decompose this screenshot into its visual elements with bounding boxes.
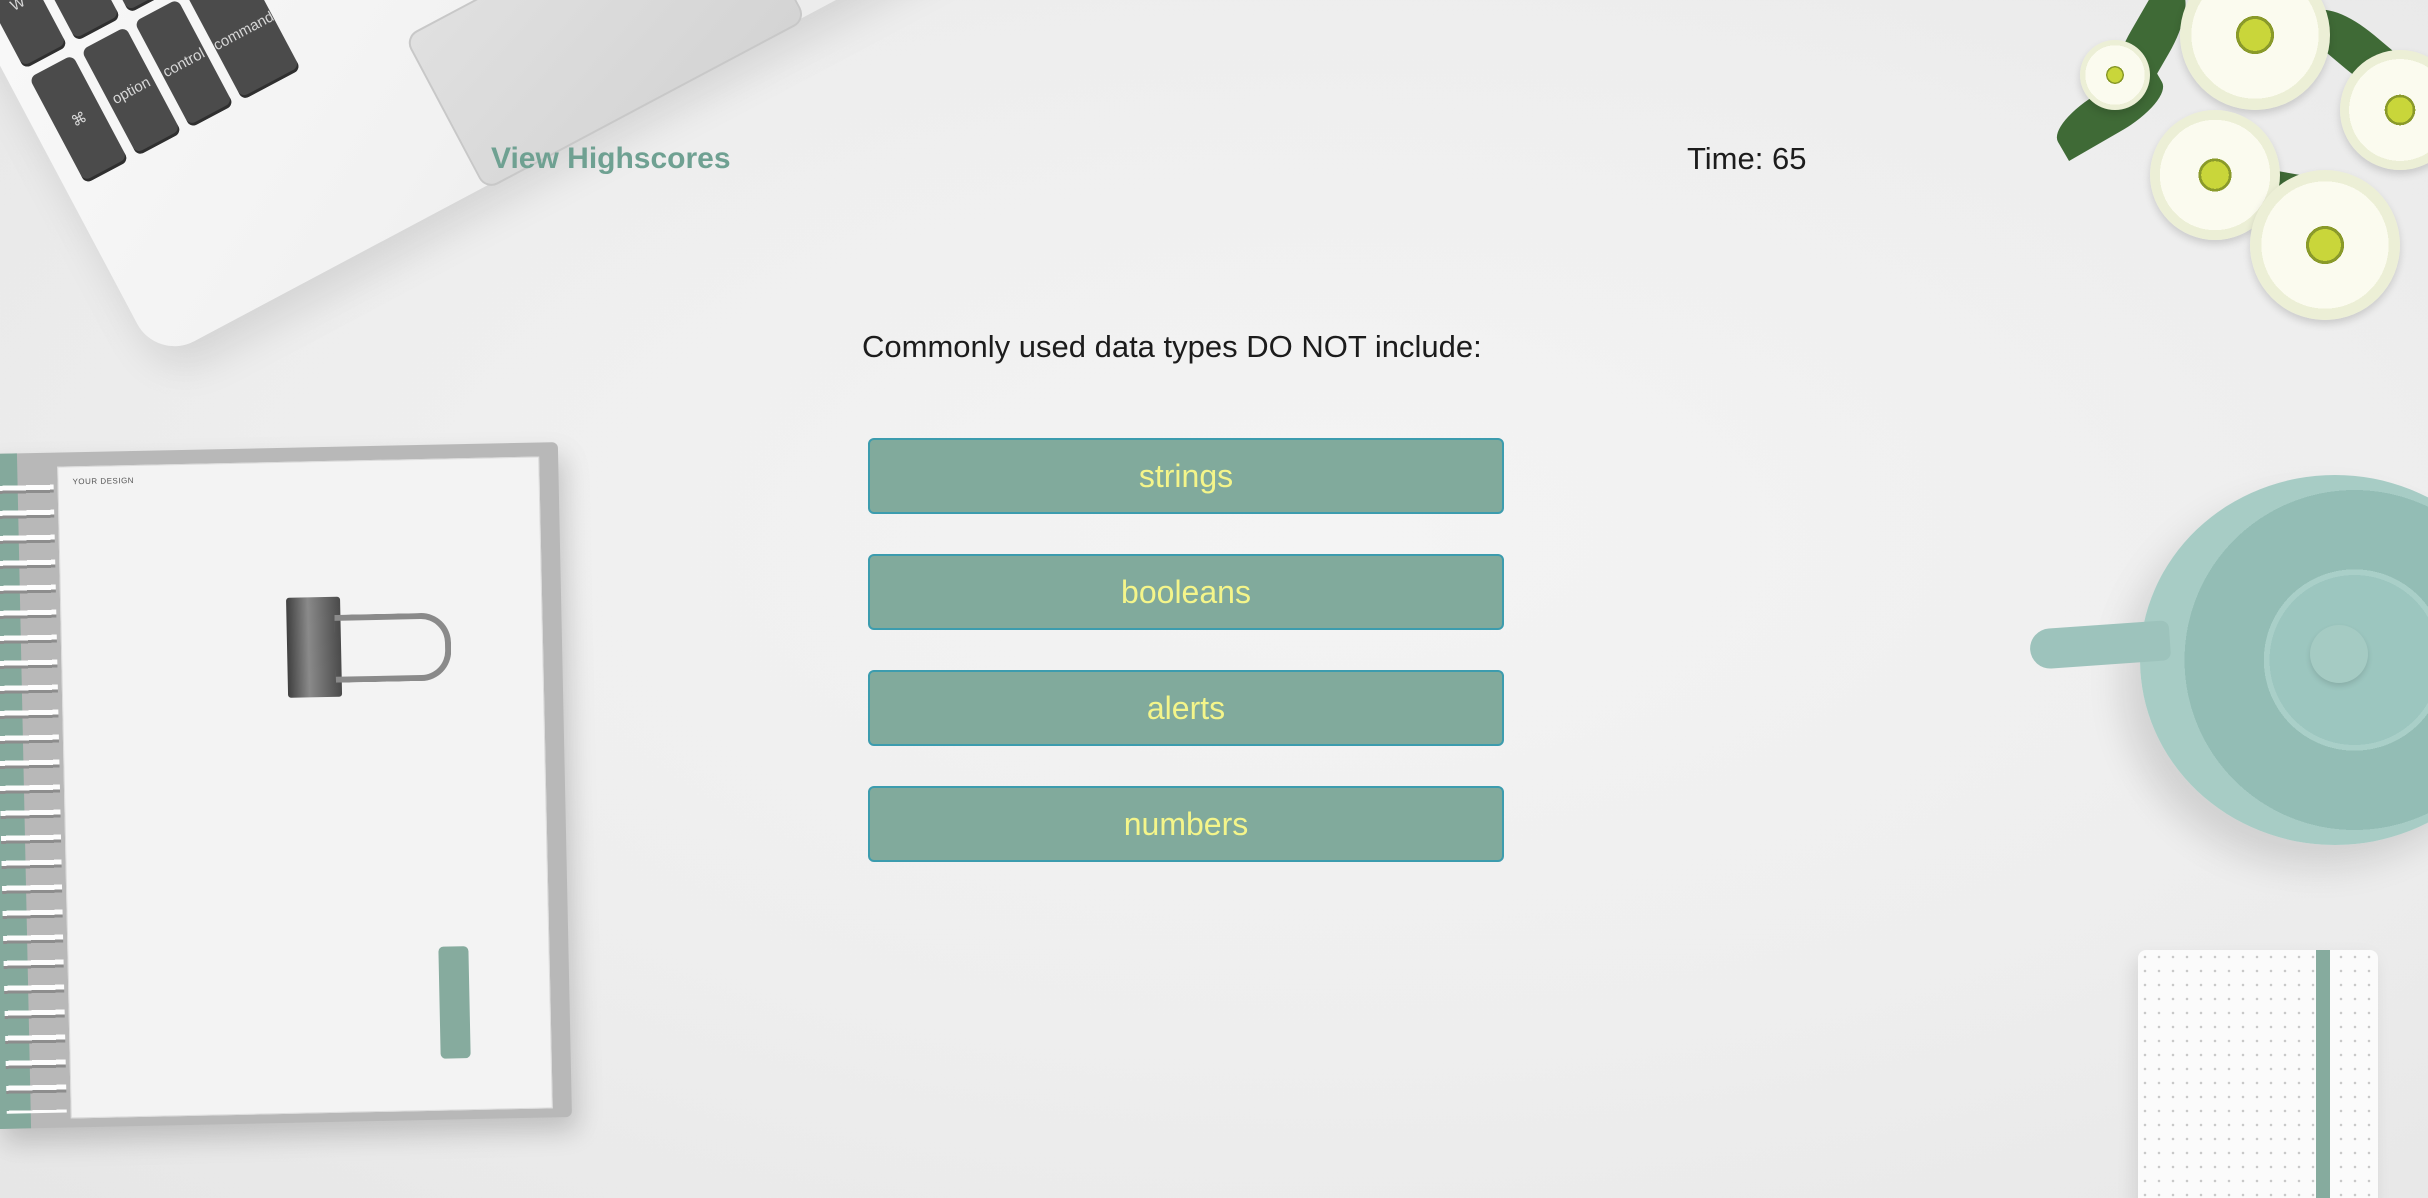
- daisy: [2180, 0, 2330, 110]
- notebook-band: [2316, 950, 2330, 1198]
- teapot-knob: [2310, 625, 2368, 683]
- background-notebook: YOUR DESIGN: [0, 442, 577, 1134]
- answer-button-strings[interactable]: strings: [868, 438, 1504, 514]
- question-text: Commonly used data types DO NOT include:: [862, 329, 1482, 364]
- view-highscores-link[interactable]: View Highscores: [491, 139, 731, 179]
- binder-clip: [286, 596, 343, 698]
- daisy: [2250, 170, 2400, 320]
- notebook-page: YOUR DESIGN: [57, 456, 553, 1119]
- teapot-spout: [2028, 620, 2172, 670]
- background-teapot: [2028, 475, 2428, 845]
- answer-button-booleans[interactable]: booleans: [868, 554, 1504, 630]
- answer-button-alerts[interactable]: alerts: [868, 670, 1504, 746]
- background-laptop: W E R S D F A Z X C V B ⌘ option control…: [0, 0, 1049, 361]
- timer-value: 65: [1771, 141, 1807, 176]
- eraser: [438, 946, 471, 1059]
- answer-choices: strings booleans alerts numbers: [868, 438, 1504, 902]
- timer-label: Time:: [1687, 141, 1772, 176]
- timer: Time: 65: [1687, 139, 1806, 179]
- key: W: [0, 0, 68, 69]
- daisy: [2080, 40, 2150, 110]
- background-flowers: [2047, 0, 2428, 360]
- answer-button-numbers[interactable]: numbers: [868, 786, 1504, 862]
- notebook-brand: YOUR DESIGN: [72, 475, 135, 487]
- background-dot-notebook: [2138, 950, 2378, 1198]
